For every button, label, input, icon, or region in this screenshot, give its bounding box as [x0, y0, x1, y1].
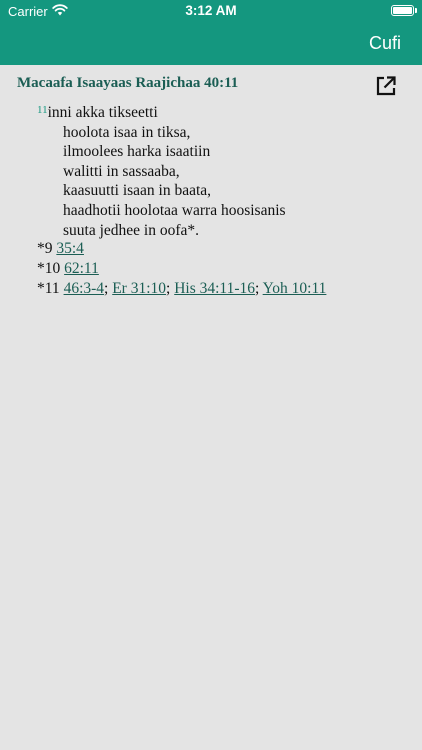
open-external-icon[interactable] — [375, 75, 397, 97]
verse-line: kaasuutti isaan in baata, — [63, 182, 212, 200]
verse-text: 11inni akka tikseetti hoolota isaa in ti… — [37, 103, 407, 240]
cross-reference-link[interactable]: Er 31:10 — [112, 280, 166, 297]
navigation-bar: Carrier 3:12 AM Cufi — [0, 0, 422, 65]
note-row: *10 62:11 — [37, 259, 417, 279]
verse-line: hoolota isaa in tiksa, — [63, 123, 191, 141]
cross-reference-link[interactable]: 46:3-4 — [64, 280, 104, 297]
note-row: *9 35:4 — [37, 239, 417, 259]
clock: 3:12 AM — [185, 3, 237, 18]
note-marker: *10 — [37, 260, 61, 277]
verse-line: walitti in sassaaba, — [63, 162, 180, 180]
verse-line: suuta jedhee in oofa*. — [63, 221, 200, 239]
verse-line: ilmoolees harka isaatiin — [63, 143, 211, 161]
note-marker: *11 — [37, 280, 60, 297]
cross-reference-link[interactable]: 62:11 — [64, 260, 99, 277]
note-row: *11 46:3-4; Er 31:10; His 34:11-16; Yoh … — [37, 279, 417, 299]
battery-fill — [393, 7, 412, 14]
separator: ; — [255, 280, 263, 297]
verse-line: haadhotii hoolotaa warra hoosisanis — [63, 201, 286, 219]
cross-reference-notes: *9 35:4 *10 62:11 *11 46:3-4; Er 31:10; … — [37, 239, 417, 299]
status-bar: Carrier 3:12 AM — [0, 0, 422, 22]
battery-icon — [391, 5, 414, 16]
separator: ; — [104, 280, 113, 297]
separator: ; — [166, 280, 175, 297]
verse-first-line: 11inni akka tikseetti — [37, 103, 407, 123]
cross-reference-link[interactable]: 35:4 — [56, 240, 84, 257]
cross-reference-link[interactable]: His 34:11-16 — [174, 280, 255, 297]
reference-title: Macaafa Isaayaas Raajichaa 40:11 — [17, 75, 239, 91]
note-marker: *9 — [37, 240, 53, 257]
cross-reference-link[interactable]: Yoh 10:11 — [263, 280, 327, 297]
verse-line: inni akka tikseetti — [47, 104, 158, 121]
verse-number: 11 — [37, 104, 48, 116]
cufi-button[interactable]: Cufi — [369, 33, 401, 54]
battery-tip — [415, 8, 417, 13]
